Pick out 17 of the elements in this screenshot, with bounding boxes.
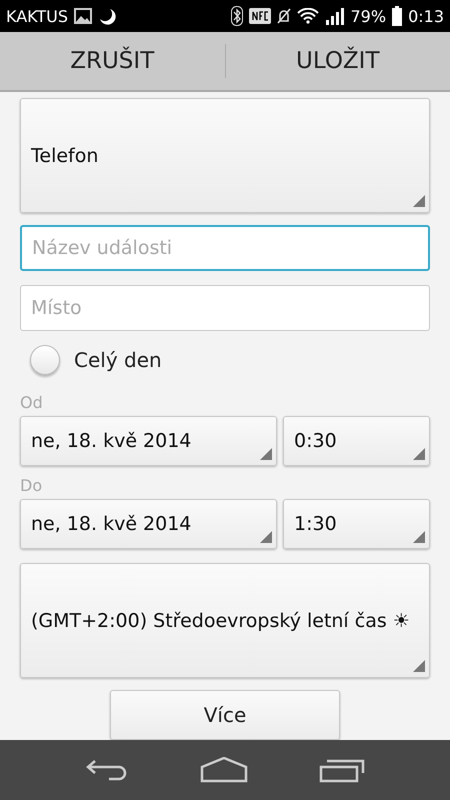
date-dropdown[interactable]: ne, 18. kvě 2014 bbox=[20, 499, 277, 549]
event-name-field[interactable]: Název události bbox=[20, 225, 430, 271]
time-dropdown[interactable]: 0:30 bbox=[283, 416, 430, 466]
location-field[interactable]: Místo bbox=[20, 285, 430, 331]
more-button[interactable]: Více bbox=[110, 690, 340, 740]
action-bar-button[interactable]: ZRUŠIT bbox=[0, 32, 224, 90]
carrier-name: KAKTUS bbox=[6, 6, 68, 26]
action-bar-button[interactable]: ULOŽIT bbox=[226, 32, 450, 90]
section-label: Do bbox=[20, 476, 44, 495]
section-label: Od bbox=[20, 393, 44, 412]
time-dropdown[interactable]: 1:30 bbox=[283, 499, 430, 549]
all-day-label: Celý den bbox=[74, 348, 162, 372]
battery-percent: 79% bbox=[350, 6, 386, 26]
calendar-dropdown[interactable]: Telefon bbox=[20, 98, 430, 213]
clock-time: 0:13 bbox=[408, 6, 444, 26]
date-dropdown[interactable]: ne, 18. kvě 2014 bbox=[20, 416, 277, 466]
timezone-dropdown[interactable]: (GMT+2:00) Středoevropský letní čas ☀ bbox=[20, 563, 430, 678]
